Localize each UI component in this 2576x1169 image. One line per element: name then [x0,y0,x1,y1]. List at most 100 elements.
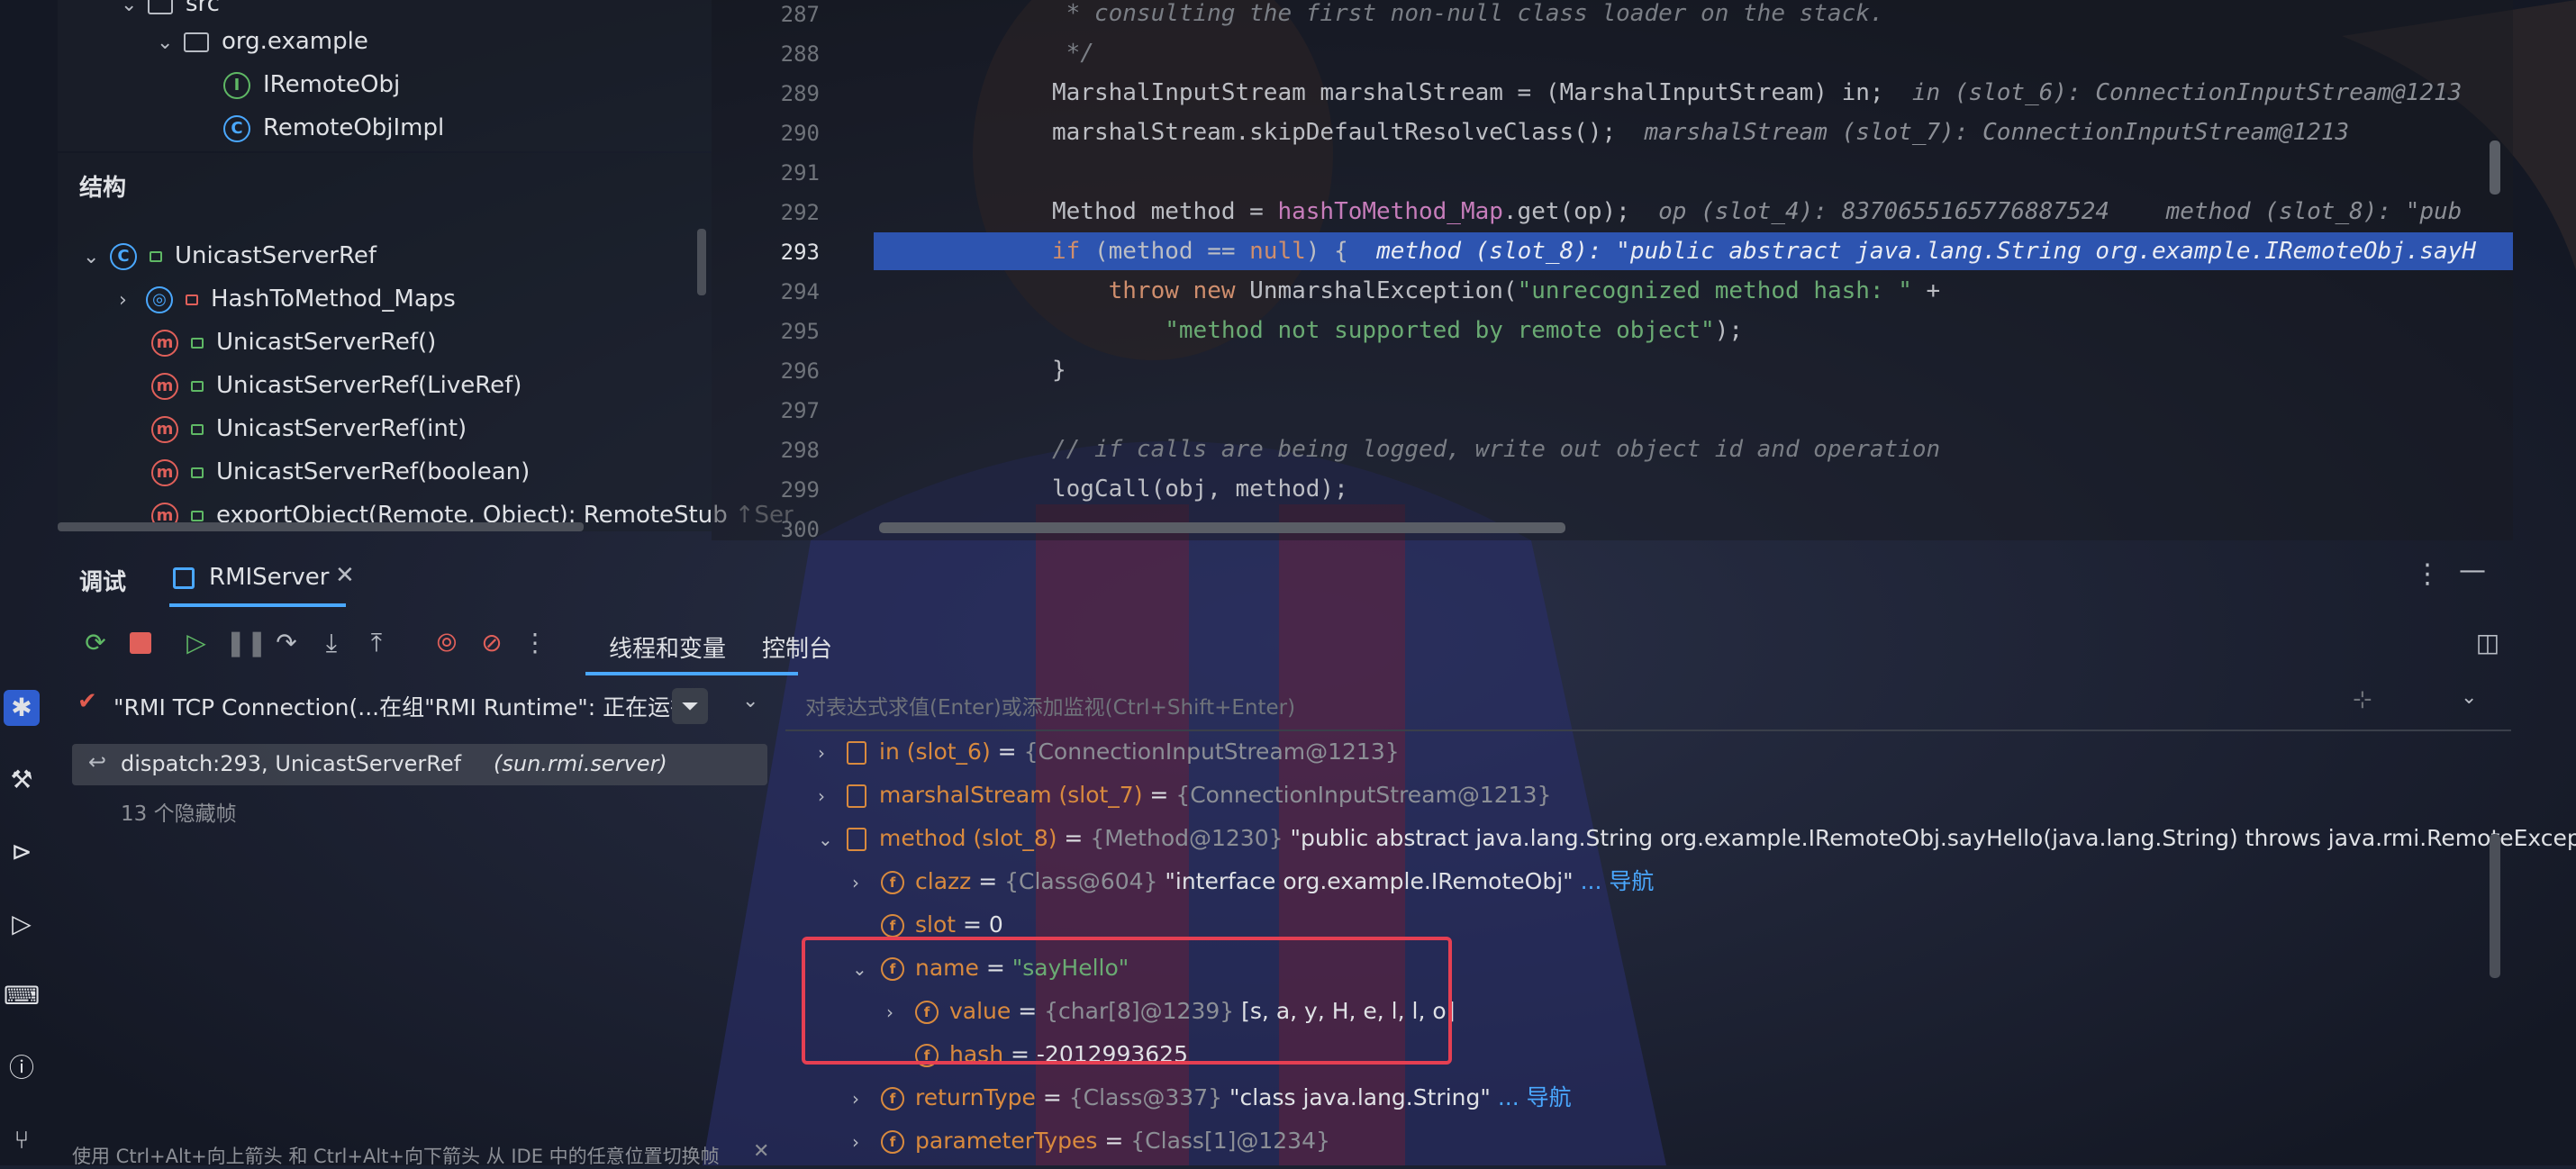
frame-return-icon: ↩ [88,749,107,775]
thread-selector[interactable]: "RMI TCP Connection(...在组"RMI Runtime": … [113,690,693,722]
chevron-right-icon[interactable]: › [852,1121,881,1163]
problems-icon[interactable]: ⓘ [4,1050,40,1086]
code-line: throw new UnmarshalException("unrecogniz… [1108,277,1941,304]
close-icon[interactable]: ✕ [335,562,355,589]
build-icon[interactable]: ⚒ [4,762,40,798]
vertical-scrollbar[interactable] [2490,834,2500,978]
line-number[interactable]: 287 [748,2,820,27]
variable-row[interactable]: ⌄ method (slot_8) = {Method@1230} "public… [818,818,2576,859]
tree-item-remoteobjimpl[interactable]: C RemoteObjImpl [223,106,444,150]
structure-item[interactable]: m UnicastServerRef(LiveRef) [151,364,522,407]
vertical-scrollbar[interactable] [2490,140,2500,195]
line-number[interactable]: 300 [748,517,820,542]
evaluate-expression-input[interactable]: 对表达式求值(Enter)或添加监视(Ctrl+Shift+Enter) [805,690,1295,720]
filter-icon[interactable]: ⏷ [672,688,708,724]
tree-item-package[interactable]: ⌄ org.example [157,20,368,63]
vertical-scrollbar[interactable] [697,229,706,295]
chevron-down-icon[interactable]: ⌄ [742,690,758,712]
variable-object-id: {Class@604} [1004,868,1158,894]
more-options-icon[interactable]: ⋮ [2414,558,2441,590]
more-options-icon[interactable]: ⋮ [519,627,551,659]
code-line: * consulting the first non-null class lo… [1052,0,1884,27]
horizontal-scrollbar[interactable] [58,522,584,531]
services-icon[interactable]: ⊳ [4,834,40,870]
minimize-icon[interactable]: — [2459,555,2486,586]
horizontal-scrollbar[interactable] [879,522,1565,533]
variable-value: "class java.lang.String" [1229,1084,1491,1110]
step-over-icon[interactable]: ↷ [270,627,303,659]
git-icon[interactable]: ⑂ [4,1122,40,1158]
layout-settings-icon[interactable]: ◫ [2472,627,2504,659]
line-number[interactable]: 298 [748,438,820,463]
add-watch-icon[interactable]: ⊹ [2353,686,2372,713]
step-out-icon[interactable]: ⤒ [360,627,393,659]
code-line: Method method = hashToMethod_Map.get(op)… [1052,198,2463,225]
line-number[interactable]: 290 [748,121,820,146]
tab-console[interactable]: 控制台 [762,630,832,664]
variable-row[interactable]: › f returnType = {Class@337} "class java.l… [852,1077,1572,1119]
tree-item-iremoteobj[interactable]: I IRemoteObj [223,63,400,106]
mute-breakpoints-icon[interactable]: ⊘ [476,627,508,659]
code-line: logCall(obj, method); [1052,476,1348,503]
line-number[interactable]: 294 [748,279,820,304]
line-number[interactable]: 292 [748,200,820,225]
structure-root[interactable]: ⌄ C UnicastServerRef [83,234,376,277]
chevron-down-icon[interactable]: ⌄ [83,236,110,279]
line-number[interactable]: 293 [748,240,820,265]
chevron-down-icon[interactable]: ⌄ [157,22,184,65]
line-number[interactable]: 288 [748,41,820,67]
code-line: MarshalInputStream marshalStream = (Mars… [1052,79,2463,106]
local-variable-icon [847,741,866,765]
variable-row[interactable]: › in (slot_6) = {ConnectionInputStream@12… [818,731,1400,773]
structure-item[interactable]: m UnicastServerRef() [151,321,436,364]
class-icon: C [110,242,137,270]
line-number[interactable]: 296 [748,358,820,384]
tab-rmiserver[interactable]: RMIServer [209,564,329,591]
structure-item[interactable]: m UnicastServerRef(boolean) [151,450,530,494]
variable-name: parameterTypes [915,1128,1098,1154]
variable-row[interactable]: › f clazz = {Class@604} "interface org.exa… [852,861,1654,902]
view-breakpoints-icon[interactable]: ⦾ [431,627,463,659]
chevron-down-icon[interactable]: ⌄ [2461,686,2477,709]
line-number[interactable]: 295 [748,319,820,344]
code-editor[interactable]: 287 * consulting the first non-null clas… [712,0,2513,542]
line-number[interactable]: 297 [748,398,820,423]
field-icon: f [881,871,904,894]
code-line: "method not supported by remote object")… [1165,317,1744,344]
close-icon[interactable]: ✕ [753,1140,769,1163]
active-tab-indicator [169,603,346,607]
chevron-down-icon[interactable]: ⌄ [121,0,148,27]
terminal-icon[interactable]: ⌨ [4,978,40,1014]
public-lock-icon [191,510,204,521]
chevron-right-icon[interactable]: › [852,862,881,903]
method-icon: m [151,415,178,443]
debug-icon[interactable]: ✱ [4,690,40,726]
method-icon: m [151,329,178,357]
variable-name: method (slot_8) [879,825,1057,851]
stop-icon[interactable] [124,627,157,659]
navigate-link[interactable]: ... 导航 [1498,1084,1572,1110]
structure-item[interactable]: m UnicastServerRef(int) [151,407,467,450]
line-number[interactable]: 289 [748,81,820,106]
method-icon: m [151,372,178,400]
variable-row[interactable]: › marshalStream (slot_7) = {ConnectionInp… [818,775,1551,816]
step-into-icon[interactable]: ⤓ [315,627,348,659]
navigate-link[interactable]: ... 导航 [1581,868,1655,894]
run-icon[interactable]: ▷ [4,906,40,942]
selected-frame[interactable]: ↩ dispatch:293, UnicastServerRef (sun.rm… [72,744,767,785]
checkmark-icon: ✔ [77,688,97,715]
structure-item[interactable]: › ◎ HashToMethod_Maps [119,277,456,321]
chevron-right-icon[interactable]: › [818,732,847,774]
tab-threads-variables[interactable]: 线程和变量 [609,630,726,664]
chevron-right-icon[interactable]: › [119,279,146,322]
line-number[interactable]: 291 [748,160,820,186]
chevron-down-icon[interactable]: ⌄ [818,819,847,860]
hidden-frames[interactable]: 13 个隐藏帧 [121,796,237,827]
resume-icon[interactable]: ▷ [180,627,213,659]
pause-icon[interactable]: ❚❚ [225,627,268,659]
line-number[interactable]: 299 [748,477,820,503]
chevron-right-icon[interactable]: › [818,775,847,817]
rerun-icon[interactable]: ⟳ [79,627,112,659]
variable-row[interactable]: › f parameterTypes = {Class[1]@1234} [852,1120,1330,1162]
chevron-right-icon[interactable]: › [852,1078,881,1119]
